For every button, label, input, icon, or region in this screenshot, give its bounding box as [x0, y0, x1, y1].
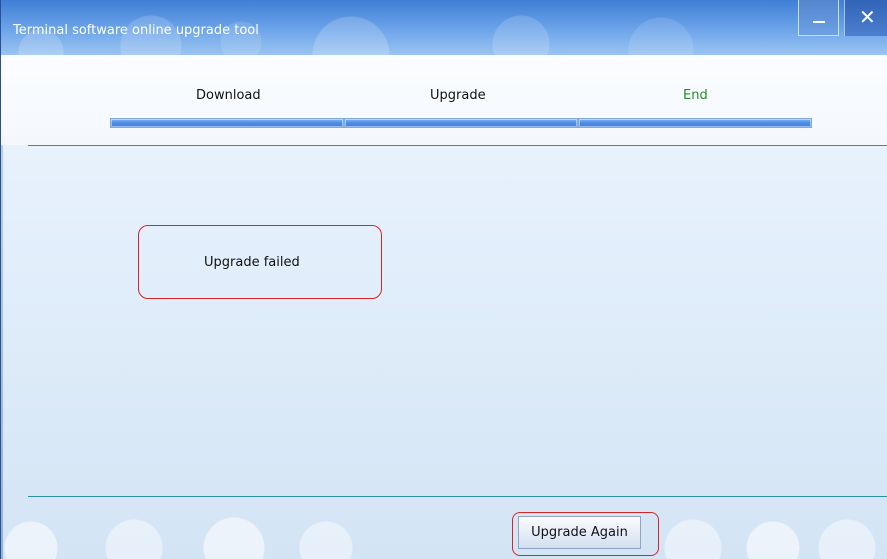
upgrade-progress-segment: [344, 118, 578, 128]
minimize-button[interactable]: [798, 0, 839, 36]
upgrade-steps-panel: Download Upgrade End: [1, 55, 887, 145]
close-icon: ✕: [859, 5, 876, 29]
upgrade-status-message: Upgrade failed: [204, 255, 300, 270]
step-upgrade-label: Upgrade: [430, 88, 486, 103]
close-button[interactable]: ✕: [844, 0, 887, 36]
bottom-divider: [28, 496, 887, 497]
step-download-label: Download: [196, 88, 261, 103]
download-progress-segment: [110, 118, 344, 128]
minimize-icon: [813, 21, 825, 23]
step-end-label: End: [683, 88, 708, 103]
end-progress-segment: [578, 118, 812, 128]
status-content-area: Upgrade failed: [1, 146, 887, 496]
upgrade-status-box: Upgrade failed: [138, 225, 382, 299]
upgrade-again-button[interactable]: Upgrade Again: [518, 516, 641, 549]
window-title: Terminal software online upgrade tool: [13, 23, 259, 38]
window-titlebar[interactable]: Terminal software online upgrade tool ✕: [1, 0, 887, 55]
upgrade-window: Terminal software online upgrade tool ✕ …: [0, 0, 887, 559]
